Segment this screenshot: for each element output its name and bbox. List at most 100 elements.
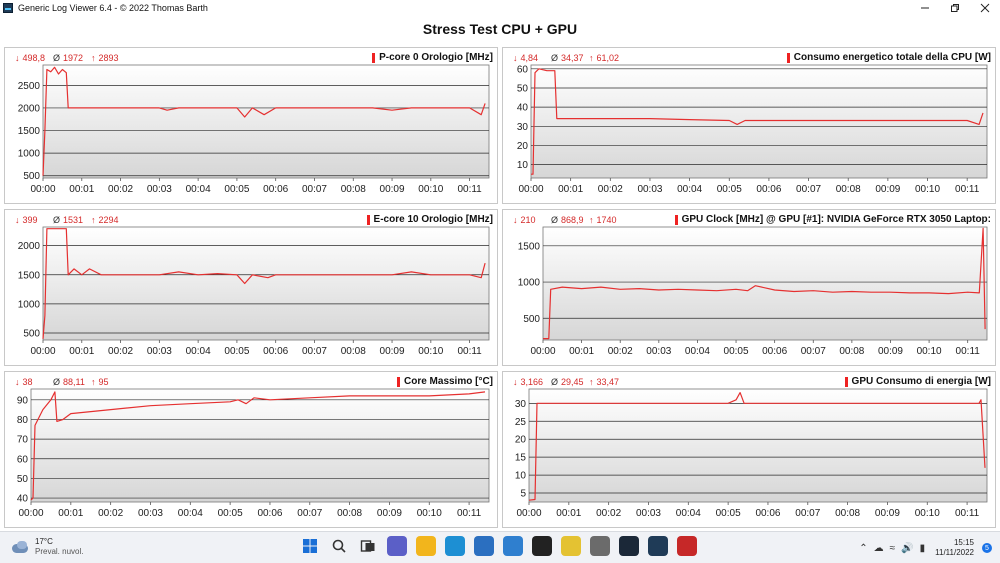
x-tick-label: 00:03 [147, 346, 172, 357]
y-tick-label: 30 [515, 399, 527, 410]
x-tick-label: 00:05 [224, 184, 249, 195]
y-tick-label: 60 [517, 64, 529, 75]
y-tick-label: 20 [515, 435, 527, 446]
plot-area [42, 64, 490, 179]
app-icon[interactable] [503, 536, 523, 556]
task-view-icon[interactable] [358, 536, 378, 556]
x-tick-label: 00:11 [955, 184, 980, 195]
chat-icon[interactable] [387, 536, 407, 556]
x-tick-label: 00:08 [337, 508, 362, 519]
search-icon[interactable] [329, 536, 349, 556]
y-tick-label: 1500 [18, 270, 41, 281]
x-tick-label: 00:05 [717, 184, 742, 195]
cloud-sync-icon[interactable]: ☁ [874, 543, 884, 554]
y-tick-label: 500 [23, 171, 40, 182]
y-tick-label: 2000 [18, 241, 41, 252]
x-tick-label: 00:03 [637, 184, 662, 195]
plot-area [30, 388, 490, 503]
x-tick-label: 00:01 [69, 346, 94, 357]
x-tick-label: 00:02 [596, 508, 621, 519]
y-tick-label: 40 [517, 103, 529, 114]
chart-pcore-clock: 500 1000 1500 2000 2500 00:00 00:01 00:02 00:03 0… [18, 64, 490, 195]
system-tray: ⌃ ☁ ≈ 🔊 ▮ 15:15 11/11/2022 5 [859, 532, 1000, 563]
clock[interactable]: 15:15 11/11/2022 [935, 538, 974, 558]
x-tick-label: 00:11 [955, 508, 980, 519]
x-tick-label: 00:08 [839, 346, 864, 357]
xbox-icon[interactable] [532, 536, 552, 556]
x-tick-label: 00:03 [138, 508, 163, 519]
y-tick-label: 70 [17, 435, 29, 446]
x-tick-label: 00:00 [30, 184, 55, 195]
x-tick-label: 00:07 [795, 508, 820, 519]
hwinfo-icon[interactable] [561, 536, 581, 556]
window-title: Generic Log Viewer 6.4 - © 2022 Thomas B… [18, 2, 208, 13]
y-tick-label: 40 [17, 494, 29, 505]
x-tick-label: 00:02 [108, 346, 133, 357]
chart-panel-gpu-clock: ↓ 210 Ø 868,9 ↑ 1740 GPU Clock [MHz] @ GPU [#1… [502, 209, 996, 366]
x-tick-label: 00:10 [915, 508, 940, 519]
y-tick-label: 2000 [18, 103, 41, 114]
x-tick-label: 00:03 [636, 508, 661, 519]
gpu-z-icon[interactable] [590, 536, 610, 556]
x-tick-label: 00:04 [178, 508, 203, 519]
x-tick-label: 00:08 [836, 184, 861, 195]
notification-badge[interactable]: 5 [982, 543, 992, 553]
plot-area [530, 64, 988, 179]
y-tick-label: 25 [515, 417, 527, 428]
chart-cpu-power: 10 20 30 40 50 60 00:00 00:01 00:02 00:03 00:04 00:… [517, 64, 988, 195]
y-tick-label: 1000 [18, 299, 41, 310]
x-tick-label: 00:09 [377, 508, 402, 519]
x-tick-label: 00:03 [147, 184, 172, 195]
x-tick-label: 00:08 [341, 184, 366, 195]
chart-panel-gpu-power: ↓ 3,166 Ø 29,45 ↑ 33,47 GPU Consumo di energia… [502, 371, 996, 528]
restore-icon[interactable] [940, 0, 970, 15]
edge-icon[interactable] [445, 536, 465, 556]
x-tick-label: 00:06 [755, 508, 780, 519]
x-tick-label: 00:02 [108, 184, 133, 195]
x-tick-label: 00:09 [878, 346, 903, 357]
x-tick-label: 00:06 [756, 184, 781, 195]
y-tick-label: 15 [515, 453, 527, 464]
windows-start-icon[interactable] [300, 536, 320, 556]
x-tick-label: 00:00 [516, 508, 541, 519]
x-tick-label: 00:06 [762, 346, 787, 357]
chart-ecore-clock: 500 1000 1500 2000 00:00 00:01 00:02 00:03 00:04… [18, 226, 490, 357]
battery-icon[interactable]: ▮ [920, 543, 926, 554]
taskbar: 17°C Preval. nuvol. ⌃ ☁ ≈ 🔊 ▮ 15:15 11/1… [0, 531, 1000, 563]
chevron-up-icon[interactable]: ⌃ [859, 543, 867, 554]
x-tick-label: 00:08 [341, 346, 366, 357]
x-tick-label: 00:05 [218, 508, 243, 519]
x-tick-label: 00:01 [556, 508, 581, 519]
y-tick-label: 1500 [518, 241, 541, 252]
y-tick-label: 500 [523, 314, 540, 325]
network-icon[interactable]: ≈ [890, 543, 896, 554]
chart-core-temp: 40 50 60 70 80 90 00:00 00:01 00:02 00:03 00:04 00:… [17, 388, 490, 519]
chart-gpu-clock: 500 1000 1500 00:00 00:01 00:02 00:03 00:04 00:0… [518, 226, 988, 357]
x-tick-label: 00:01 [558, 184, 583, 195]
x-tick-label: 00:06 [263, 346, 288, 357]
store-icon[interactable] [474, 536, 494, 556]
weather-forecast: Preval. nuvol. [35, 547, 84, 556]
x-tick-label: 00:04 [677, 184, 702, 195]
x-tick-label: 00:02 [598, 184, 623, 195]
close-icon[interactable] [970, 0, 1000, 15]
weather-widget[interactable]: 17°C Preval. nuvol. [12, 537, 83, 557]
x-tick-label: 00:10 [917, 346, 942, 357]
y-tick-label: 80 [17, 415, 29, 426]
chart-gpu-power: 5 10 15 20 25 30 00:00 00:01 00:02 00:03 00:04 00:0… [515, 388, 988, 519]
x-tick-label: 00:07 [302, 184, 327, 195]
minimize-icon[interactable] [910, 0, 940, 15]
steam-icon[interactable] [619, 536, 639, 556]
plot-area [42, 226, 490, 341]
x-tick-label: 00:06 [263, 184, 288, 195]
x-tick-label: 00:04 [685, 346, 710, 357]
volume-icon[interactable]: 🔊 [901, 543, 913, 554]
x-tick-label: 00:11 [956, 346, 981, 357]
x-tick-label: 00:00 [18, 508, 43, 519]
x-tick-label: 00:10 [418, 346, 443, 357]
file-explorer-icon[interactable] [416, 536, 436, 556]
chart-panel-cpu-power: ↓ 4,84 Ø 34,37 ↑ 61,02 Consumo energetico tota… [502, 47, 996, 204]
log-viewer-icon[interactable] [648, 536, 668, 556]
furmark-icon[interactable] [677, 536, 697, 556]
plot-area [528, 388, 988, 503]
